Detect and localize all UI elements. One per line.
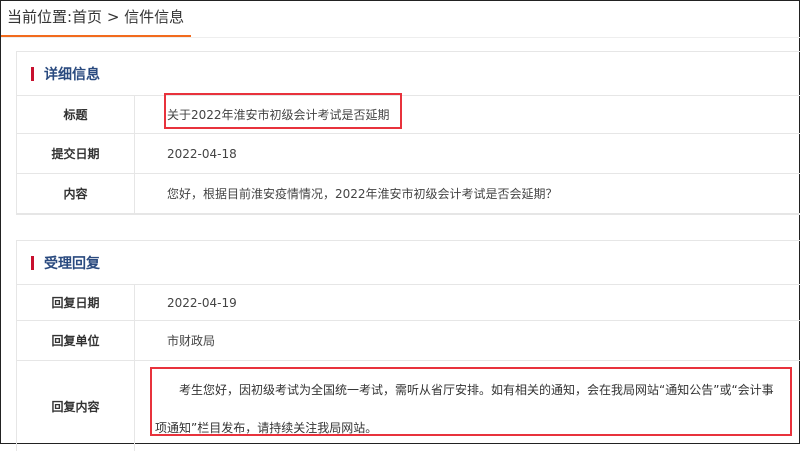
row-label: 回复内容	[17, 361, 135, 451]
row-content: 内容 您好，根据目前淮安疫情情况，2022年淮安市初级会计考试是否会延期？	[17, 174, 800, 214]
row-label: 回复日期	[17, 285, 135, 320]
section-title: 详细信息	[44, 66, 100, 83]
breadcrumb: 当前位置:首页 > 信件信息	[7, 8, 185, 26]
highlight-box-title	[164, 93, 402, 129]
row-value: 市财政局	[167, 334, 216, 348]
section-title: 受理回复	[44, 255, 100, 272]
highlight-box-reply	[150, 367, 792, 436]
section-bar	[31, 255, 34, 270]
row-reply-date: 回复日期 2022-04-19	[17, 285, 800, 321]
divider	[1, 37, 800, 38]
row-label: 回复单位	[17, 321, 135, 360]
section-bar	[31, 66, 34, 81]
row-label: 内容	[17, 174, 135, 213]
row-value: 2022-04-19	[167, 295, 237, 310]
row-value: 您好，根据目前淮安疫情情况，2022年淮安市初级会计考试是否会延期？	[167, 187, 558, 201]
row-reply-unit: 回复单位 市财政局	[17, 321, 800, 361]
details-header: 详细信息	[17, 52, 800, 96]
reply-header: 受理回复	[17, 241, 800, 285]
details-panel: 详细信息 标题 关于2022年淮安市初级会计考试是否延期 提交日期 2022-04-…	[16, 51, 800, 215]
row-date: 提交日期 2022-04-18	[17, 134, 800, 174]
row-value: 2022-04-18	[167, 146, 237, 161]
row-label: 标题	[17, 96, 135, 133]
row-title: 标题 关于2022年淮安市初级会计考试是否延期	[17, 96, 800, 134]
row-label: 提交日期	[17, 134, 135, 173]
